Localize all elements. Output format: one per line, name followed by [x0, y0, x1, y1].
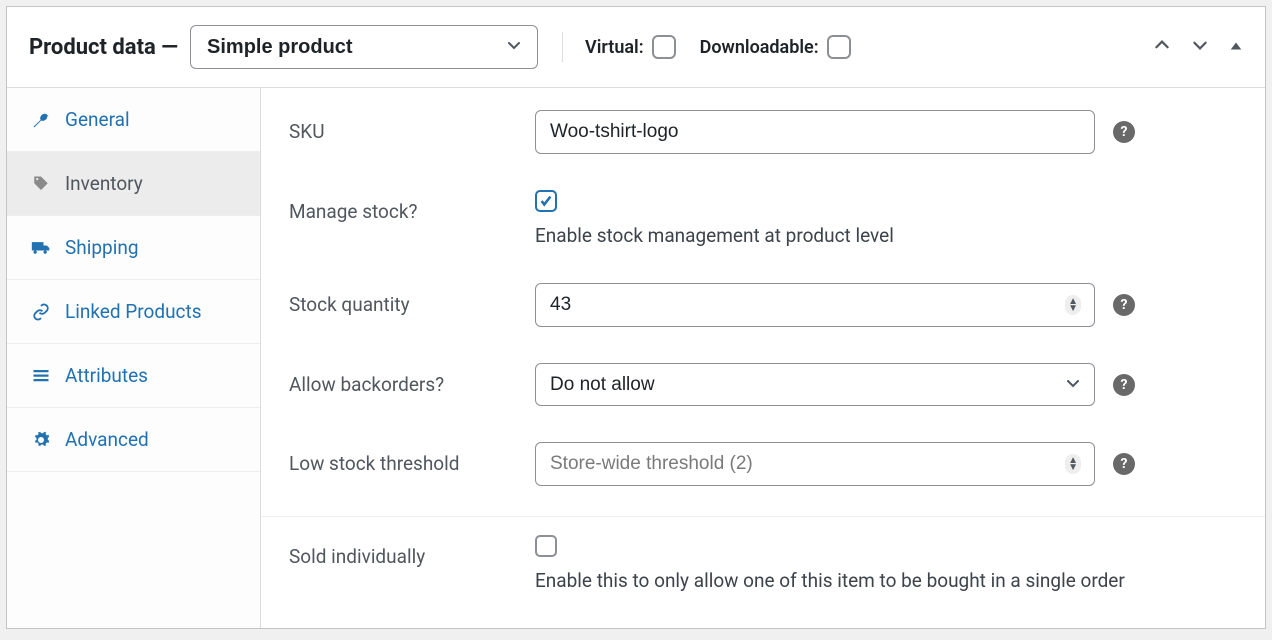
manage-stock-desc: Enable stock management at product level [535, 224, 1237, 247]
sku-label: SKU [289, 110, 535, 143]
truck-icon [31, 239, 51, 257]
stock-quantity-input[interactable] [535, 283, 1095, 327]
wrench-icon [31, 111, 51, 129]
tab-inventory[interactable]: Inventory [7, 152, 260, 216]
product-data-tabs: General Inventory Shipping Linked Produc… [7, 88, 261, 628]
move-up-icon[interactable] [1153, 36, 1171, 58]
product-data-panel: Product data — Simple product Virtual: D… [6, 6, 1266, 629]
low-stock-label: Low stock threshold [289, 442, 535, 475]
virtual-label: Virtual: [585, 37, 644, 58]
sold-individually-checkbox[interactable] [535, 535, 557, 557]
sold-individually-label: Sold individually [289, 535, 535, 568]
inventory-panel: SKU ? Manage stock? Enable stock managem… [261, 88, 1265, 628]
link-icon [31, 303, 51, 321]
stock-qty-label: Stock quantity [289, 283, 535, 316]
tab-advanced[interactable]: Advanced [7, 408, 260, 472]
move-down-icon[interactable] [1191, 36, 1209, 58]
collapse-icon[interactable] [1229, 38, 1243, 57]
help-icon[interactable]: ? [1113, 453, 1135, 475]
panel-header: Product data — Simple product Virtual: D… [7, 7, 1265, 88]
help-icon[interactable]: ? [1113, 294, 1135, 316]
panel-title: Product data — [29, 35, 178, 60]
manage-stock-checkbox[interactable] [535, 190, 557, 212]
panel-body: General Inventory Shipping Linked Produc… [7, 88, 1265, 628]
separator [562, 32, 563, 62]
tab-shipping[interactable]: Shipping [7, 216, 260, 280]
downloadable-checkbox[interactable] [827, 35, 851, 59]
tab-attributes[interactable]: Attributes [7, 344, 260, 408]
tab-label: Linked Products [65, 300, 202, 323]
backorders-select[interactable]: Do not allow [535, 363, 1095, 406]
backorders-label: Allow backorders? [289, 363, 535, 396]
manage-stock-label: Manage stock? [289, 190, 535, 223]
tab-label: Shipping [65, 236, 139, 259]
tab-linked-products[interactable]: Linked Products [7, 280, 260, 344]
virtual-checkbox[interactable] [652, 35, 676, 59]
help-icon[interactable]: ? [1113, 374, 1135, 396]
tab-label: Advanced [65, 428, 149, 451]
help-icon[interactable]: ? [1113, 121, 1135, 143]
tab-label: General [65, 108, 130, 131]
sold-individually-desc: Enable this to only allow one of this it… [535, 569, 1237, 592]
low-stock-input[interactable] [535, 442, 1095, 486]
list-icon [31, 367, 51, 385]
gear-icon [31, 431, 51, 449]
tag-icon [31, 175, 51, 193]
product-type-select[interactable]: Simple product [190, 25, 538, 69]
tab-general[interactable]: General [7, 88, 260, 152]
sku-input[interactable] [535, 110, 1095, 154]
tab-label: Inventory [65, 172, 143, 195]
tab-label: Attributes [65, 364, 148, 387]
downloadable-label: Downloadable: [700, 37, 819, 58]
